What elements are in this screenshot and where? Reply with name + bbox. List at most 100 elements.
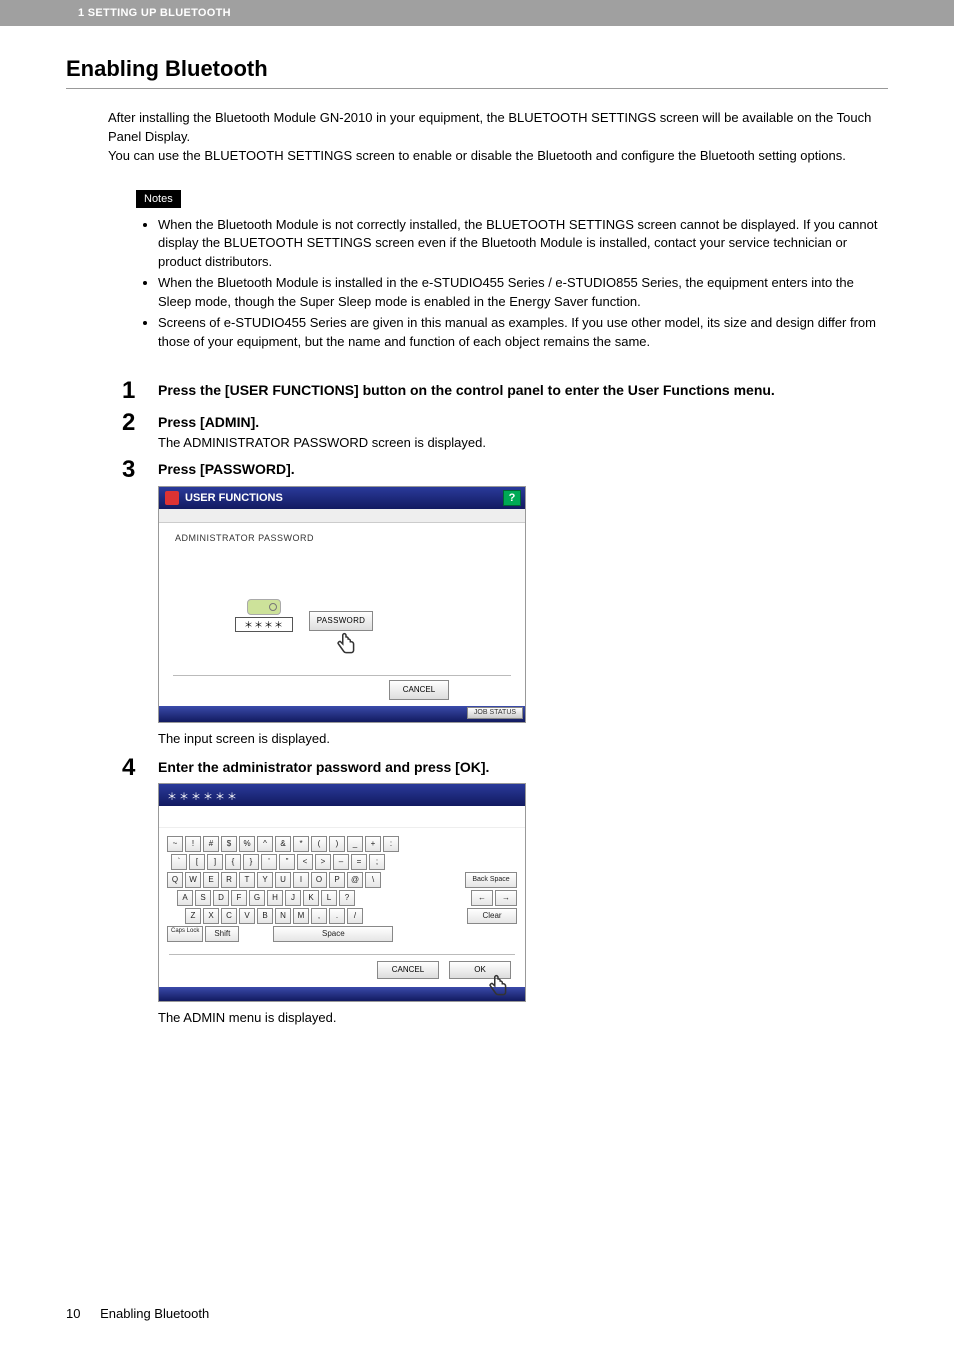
key[interactable]: P xyxy=(329,872,345,888)
key[interactable]: Z xyxy=(185,908,201,924)
key[interactable]: $ xyxy=(221,836,237,852)
key[interactable]: ) xyxy=(329,836,345,852)
backspace-key[interactable]: Back Space xyxy=(465,872,517,888)
key[interactable]: R xyxy=(221,872,237,888)
key[interactable]: L xyxy=(321,890,337,906)
key[interactable]: – xyxy=(333,854,349,870)
key[interactable]: = xyxy=(351,854,367,870)
key[interactable]: Y xyxy=(257,872,273,888)
step-caption: The input screen is displayed. xyxy=(158,731,888,746)
key[interactable]: A xyxy=(177,890,193,906)
key[interactable]: @ xyxy=(347,872,363,888)
key[interactable]: + xyxy=(365,836,381,852)
password-button[interactable]: PASSWORD xyxy=(309,611,373,631)
password-mask: ＊＊＊＊ xyxy=(235,617,293,632)
key[interactable]: [ xyxy=(189,854,205,870)
key[interactable]: U xyxy=(275,872,291,888)
key[interactable]: ^ xyxy=(257,836,273,852)
admin-password-label: ADMINISTRATOR PASSWORD xyxy=(175,533,509,543)
page-footer: 10 Enabling Bluetooth xyxy=(66,1306,209,1321)
key[interactable]: O xyxy=(311,872,327,888)
key[interactable]: # xyxy=(203,836,219,852)
key[interactable]: / xyxy=(347,908,363,924)
hand-pointer-icon xyxy=(485,973,511,1001)
key[interactable]: ? xyxy=(339,890,355,906)
key[interactable]: % xyxy=(239,836,255,852)
note-item: When the Bluetooth Module is not correct… xyxy=(158,216,888,273)
key[interactable]: V xyxy=(239,908,255,924)
key[interactable]: W xyxy=(185,872,201,888)
step-caption: The ADMIN menu is displayed. xyxy=(158,1010,888,1025)
step-number: 4 xyxy=(122,756,158,780)
key[interactable]: H xyxy=(267,890,283,906)
password-field-graphic: ＊＊＊＊ xyxy=(235,599,293,632)
key[interactable]: ' xyxy=(261,854,277,870)
capslock-key[interactable]: Caps Lock xyxy=(167,926,203,942)
key[interactable]: Q xyxy=(167,872,183,888)
chapter-header: 1 SETTING UP BLUETOOTH xyxy=(0,0,954,26)
help-icon[interactable]: ? xyxy=(503,490,521,506)
key[interactable]: B xyxy=(257,908,273,924)
key[interactable]: C xyxy=(221,908,237,924)
key[interactable]: . xyxy=(329,908,345,924)
key[interactable]: ( xyxy=(311,836,327,852)
key[interactable]: _ xyxy=(347,836,363,852)
key[interactable]: S xyxy=(195,890,211,906)
hand-pointer-icon xyxy=(333,631,359,659)
key[interactable]: ~ xyxy=(167,836,183,852)
cancel-button[interactable]: CANCEL xyxy=(377,961,439,979)
screenshot-keyboard: ＊＊＊＊＊＊ ~ ! # $ % ^ & * ( xyxy=(158,783,526,1002)
key[interactable]: M xyxy=(293,908,309,924)
notes-label: Notes xyxy=(136,190,181,208)
key[interactable]: N xyxy=(275,908,291,924)
key[interactable]: K xyxy=(303,890,319,906)
key[interactable]: * xyxy=(293,836,309,852)
step-title: Press [ADMIN]. xyxy=(158,413,888,433)
key[interactable]: G xyxy=(249,890,265,906)
key[interactable]: < xyxy=(297,854,313,870)
step-title: Enter the administrator password and pre… xyxy=(158,758,888,778)
key[interactable]: : xyxy=(383,836,399,852)
step-number: 1 xyxy=(122,379,158,403)
note-item: Screens of e-STUDIO455 Series are given … xyxy=(158,314,888,352)
key[interactable]: } xyxy=(243,854,259,870)
onscreen-keyboard: ~ ! # $ % ^ & * ( ) _ + : xyxy=(159,828,525,948)
key[interactable]: ! xyxy=(185,836,201,852)
key[interactable]: ; xyxy=(369,854,385,870)
job-status-button[interactable]: JOB STATUS xyxy=(467,707,523,719)
key[interactable]: E xyxy=(203,872,219,888)
clear-key[interactable]: Clear xyxy=(467,908,517,924)
key[interactable]: \ xyxy=(365,872,381,888)
key[interactable]: T xyxy=(239,872,255,888)
key[interactable]: J xyxy=(285,890,301,906)
key[interactable]: ] xyxy=(207,854,223,870)
page-number: 10 xyxy=(66,1306,80,1321)
shift-key[interactable]: Shift xyxy=(205,926,239,942)
step-number: 3 xyxy=(122,458,158,482)
key[interactable]: & xyxy=(275,836,291,852)
window-title: USER FUNCTIONS xyxy=(185,492,283,504)
card-icon xyxy=(247,599,281,615)
page-title: Enabling Bluetooth xyxy=(66,56,888,89)
key[interactable]: ` xyxy=(171,854,187,870)
screenshot-password: USER FUNCTIONS ? ADMINISTRATOR PASSWORD … xyxy=(158,486,526,723)
key[interactable]: { xyxy=(225,854,241,870)
key[interactable]: > xyxy=(315,854,331,870)
notes-list: When the Bluetooth Module is not correct… xyxy=(136,216,888,352)
key[interactable]: D xyxy=(213,890,229,906)
note-item: When the Bluetooth Module is installed i… xyxy=(158,274,888,312)
key[interactable]: , xyxy=(311,908,327,924)
key[interactable]: I xyxy=(293,872,309,888)
intro-line-1: After installing the Bluetooth Module GN… xyxy=(108,109,888,147)
key[interactable]: F xyxy=(231,890,247,906)
step-title: Press [PASSWORD]. xyxy=(158,460,888,480)
arrow-left-key[interactable]: ← xyxy=(471,890,493,906)
password-mask-display: ＊＊＊＊＊＊ xyxy=(159,784,525,806)
key[interactable]: " xyxy=(279,854,295,870)
key[interactable]: X xyxy=(203,908,219,924)
step-title: Press the [USER FUNCTIONS] button on the… xyxy=(158,381,888,401)
cancel-button[interactable]: CANCEL xyxy=(389,680,449,700)
footer-title: Enabling Bluetooth xyxy=(100,1306,209,1321)
arrow-right-key[interactable]: → xyxy=(495,890,517,906)
space-key[interactable]: Space xyxy=(273,926,393,942)
